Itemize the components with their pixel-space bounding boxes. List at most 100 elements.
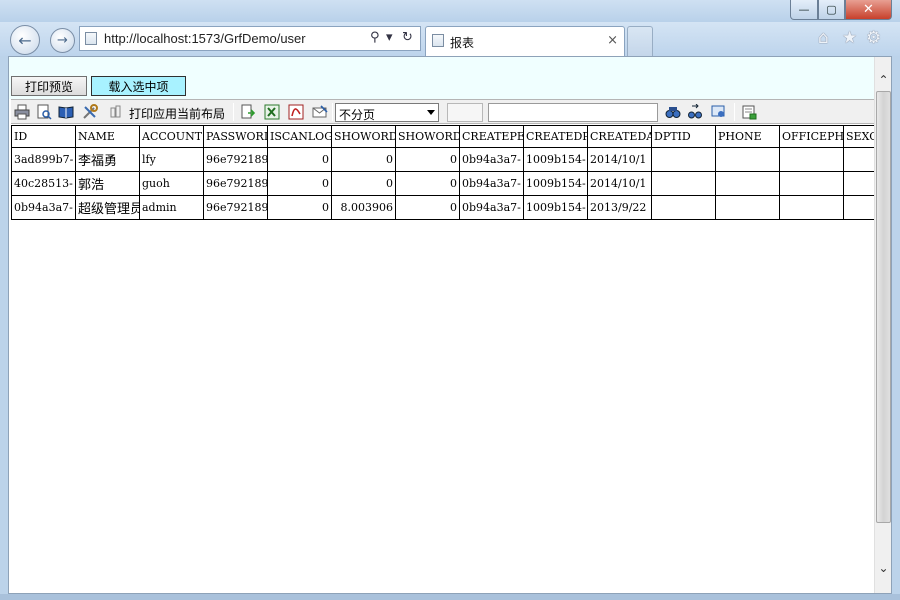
table-cell: 1009b154- bbox=[523, 147, 588, 172]
scroll-up-icon[interactable]: ⌃ bbox=[876, 71, 891, 89]
table-cell: 0b94a3a7- bbox=[459, 171, 524, 196]
chevron-down-icon bbox=[427, 110, 435, 115]
table-row[interactable]: 0b94a3a7- 超级管理员 admin 96e792189 0 8.0039… bbox=[11, 195, 874, 220]
export-icon[interactable] bbox=[239, 103, 257, 121]
column-header[interactable]: ID bbox=[11, 125, 76, 148]
page-number-input[interactable] bbox=[447, 103, 483, 122]
table-cell bbox=[843, 147, 874, 172]
page-setup-icon[interactable] bbox=[740, 103, 758, 121]
table-cell: 3ad899b7- bbox=[11, 147, 76, 172]
excel-icon[interactable] bbox=[263, 103, 281, 121]
column-header[interactable]: DPTID bbox=[651, 125, 716, 148]
report-grid[interactable]: ID NAME ACCOUNT PASSWORD ISCANLOGI SHOWO… bbox=[11, 125, 874, 593]
table-row[interactable]: 40c28513- 郭浩 guoh 96e792189 0 0 0 0b94a3… bbox=[11, 171, 874, 196]
column-header[interactable]: ISCANLOGI bbox=[267, 125, 332, 148]
table-cell: 0 bbox=[267, 171, 332, 196]
column-header[interactable]: PHONE bbox=[715, 125, 780, 148]
table-cell bbox=[651, 147, 716, 172]
find-text-input[interactable] bbox=[488, 103, 658, 122]
column-header[interactable]: ACCOUNT bbox=[139, 125, 204, 148]
table-cell: 0b94a3a7- bbox=[11, 195, 76, 220]
table-cell: 0 bbox=[267, 195, 332, 220]
maximize-button[interactable]: ▢ bbox=[818, 0, 845, 20]
load-selected-button[interactable]: 载入选中项 bbox=[91, 76, 186, 96]
tab-close-icon[interactable]: × bbox=[607, 33, 618, 48]
table-cell: 0b94a3a7- bbox=[459, 195, 524, 220]
table-cell bbox=[779, 171, 844, 196]
table-row[interactable]: 3ad899b7- 李福勇 lfy 96e792189 0 0 0 0b94a3… bbox=[11, 147, 874, 172]
table-cell: 0 bbox=[395, 147, 460, 172]
column-header[interactable]: PASSWORD bbox=[203, 125, 268, 148]
forward-arrow-icon: → bbox=[57, 33, 68, 48]
scroll-down-icon[interactable]: ⌄ bbox=[876, 559, 891, 577]
back-button[interactable]: ← bbox=[10, 25, 40, 55]
mail-icon[interactable] bbox=[311, 103, 329, 121]
table-cell: 0 bbox=[331, 171, 396, 196]
table-cell bbox=[651, 195, 716, 220]
column-header[interactable]: CREATEDPT bbox=[523, 125, 588, 148]
column-header[interactable]: SEXC bbox=[843, 125, 874, 148]
toolbar-separator bbox=[332, 103, 333, 121]
print-preview-button[interactable]: 打印预览 bbox=[11, 76, 87, 96]
page-viewport: 打印预览 载入选中项 打印应用当前布局 不分页 ID NAME ACCOUNT … bbox=[8, 56, 892, 594]
find-icon[interactable] bbox=[664, 103, 682, 121]
tools-gear-icon[interactable]: ⚙ bbox=[866, 28, 881, 48]
address-dropdown-icon[interactable]: ▾ bbox=[386, 30, 393, 45]
table-cell: 0 bbox=[395, 195, 460, 220]
forward-button[interactable]: → bbox=[50, 28, 75, 53]
close-window-button[interactable]: ✕ bbox=[845, 0, 892, 20]
home-icon[interactable]: ⌂ bbox=[818, 28, 829, 48]
apply-layout-button[interactable]: 打印应用当前布局 bbox=[129, 105, 225, 122]
scrollbar-thumb[interactable] bbox=[876, 91, 891, 523]
table-cell: 0b94a3a7- bbox=[459, 147, 524, 172]
address-bar[interactable]: http://localhost:1573/GrfDemo/user ⚲ ▾ ↻ bbox=[79, 26, 421, 51]
table-cell: 1009b154- bbox=[523, 195, 588, 220]
paging-select[interactable]: 不分页 bbox=[335, 103, 439, 122]
print-icon[interactable] bbox=[13, 103, 31, 121]
table-cell bbox=[779, 147, 844, 172]
tab-report[interactable]: 报表 × bbox=[425, 26, 625, 56]
url-text[interactable]: http://localhost:1573/GrfDemo/user bbox=[104, 31, 306, 46]
table-cell: 96e792189 bbox=[203, 171, 268, 196]
column-header[interactable]: NAME bbox=[75, 125, 140, 148]
table-header-row: ID NAME ACCOUNT PASSWORD ISCANLOGI SHOWO… bbox=[11, 125, 874, 148]
table-cell: lfy bbox=[139, 147, 204, 172]
paging-select-value: 不分页 bbox=[339, 108, 376, 122]
report-toolbar: 打印应用当前布局 不分页 bbox=[11, 99, 874, 124]
tab-page-icon bbox=[432, 34, 444, 47]
favorites-icon[interactable]: ★ bbox=[842, 28, 857, 48]
table-cell: 2013/9/22 bbox=[587, 195, 652, 220]
button-strip: 打印预览 载入选中项 bbox=[9, 57, 874, 99]
table-cell bbox=[651, 171, 716, 196]
table-cell: 8.003906 bbox=[331, 195, 396, 220]
table-cell: 李福勇 bbox=[75, 147, 140, 172]
pdf-icon[interactable] bbox=[287, 103, 305, 121]
table-cell: 0 bbox=[395, 171, 460, 196]
table-cell bbox=[779, 195, 844, 220]
column-header[interactable]: SHOWORDEF bbox=[395, 125, 460, 148]
back-arrow-icon: ← bbox=[18, 30, 32, 50]
book-icon[interactable] bbox=[57, 103, 75, 121]
column-header[interactable]: CREATEPEF bbox=[459, 125, 524, 148]
print-preview-icon[interactable] bbox=[35, 103, 53, 121]
page-icon bbox=[85, 32, 97, 45]
locate-icon[interactable] bbox=[710, 103, 728, 121]
table-cell bbox=[715, 171, 780, 196]
column-header[interactable]: SHOWORDEF bbox=[331, 125, 396, 148]
toolbar-separator bbox=[734, 103, 735, 121]
minimize-button[interactable]: — bbox=[790, 0, 818, 20]
table-cell: 2014/10/1 bbox=[587, 171, 652, 196]
toolbar-separator bbox=[233, 103, 234, 121]
settings-tools-icon[interactable] bbox=[81, 103, 99, 121]
data-table: ID NAME ACCOUNT PASSWORD ISCANLOGI SHOWO… bbox=[11, 125, 874, 220]
find-next-icon[interactable] bbox=[686, 103, 704, 121]
search-icon[interactable]: ⚲ bbox=[370, 30, 380, 45]
refresh-icon[interactable]: ↻ bbox=[402, 30, 413, 45]
column-header[interactable]: OFFICEPHO bbox=[779, 125, 844, 148]
vertical-scrollbar[interactable]: ⌃ ⌄ bbox=[874, 57, 891, 593]
table-cell: 0 bbox=[267, 147, 332, 172]
new-tab-button[interactable] bbox=[627, 26, 653, 56]
column-header[interactable]: CREATEDAT bbox=[587, 125, 652, 148]
table-cell bbox=[715, 195, 780, 220]
table-cell bbox=[843, 171, 874, 196]
